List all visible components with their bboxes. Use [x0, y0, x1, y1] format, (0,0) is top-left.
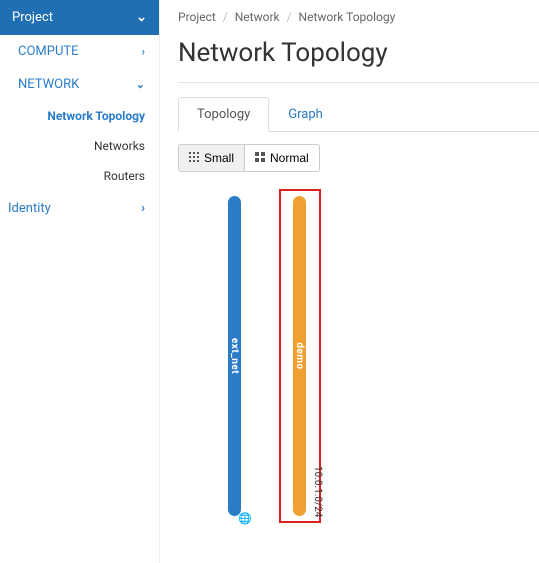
grid-normal-icon — [255, 151, 265, 165]
breadcrumb-item[interactable]: Network — [235, 10, 280, 24]
tab-graph[interactable]: Graph — [269, 97, 342, 132]
chevron-right-icon: › — [141, 201, 145, 216]
divider — [178, 82, 539, 83]
sidebar-project[interactable]: Project ⌄ — [0, 0, 159, 35]
sidebar-compute-label: COMPUTE — [18, 44, 79, 59]
sidebar-item-compute[interactable]: COMPUTE › — [0, 35, 159, 68]
chevron-right-icon: › — [142, 45, 145, 58]
tabs: Topology Graph — [178, 97, 539, 132]
sidebar-network-label: NETWORK — [18, 77, 79, 92]
grid-small-icon — [189, 151, 199, 165]
breadcrumb-separator: / — [223, 10, 228, 24]
sidebar-project-label: Project — [12, 10, 53, 25]
view-size-group: Small Normal — [178, 144, 539, 172]
chevron-down-icon: ⌄ — [136, 10, 147, 25]
sidebar-sub-network-topology[interactable]: Network Topology — [0, 101, 159, 131]
network-bar-ext-net[interactable]: ext_net — [228, 196, 241, 516]
sidebar-item-network[interactable]: NETWORK ⌄ — [0, 68, 159, 101]
view-small-button[interactable]: Small — [178, 144, 245, 172]
breadcrumb-item: Network Topology — [299, 10, 396, 24]
breadcrumb: Project / Network / Network Topology — [178, 0, 539, 32]
main-content: Project / Network / Network Topology Net… — [160, 0, 539, 563]
globe-icon: 🌐 — [238, 512, 252, 525]
network-label: demo — [294, 342, 305, 369]
chevron-down-icon: ⌄ — [136, 78, 145, 91]
view-small-label: Small — [204, 151, 234, 165]
sidebar-sub-networks[interactable]: Networks — [0, 131, 159, 161]
view-normal-button[interactable]: Normal — [245, 144, 320, 172]
view-normal-label: Normal — [270, 151, 309, 165]
network-bar-demo[interactable]: demo — [293, 196, 306, 516]
subnet-cidr-label: 10.0.1.0/24 — [312, 466, 323, 517]
sidebar-identity-label: Identity — [8, 201, 51, 216]
tab-label: Topology — [197, 107, 250, 122]
sidebar-sub-label: Routers — [104, 169, 145, 183]
sidebar-sub-routers[interactable]: Routers — [0, 161, 159, 191]
breadcrumb-separator: / — [287, 10, 292, 24]
page-title: Network Topology — [178, 38, 539, 68]
tab-label: Graph — [288, 107, 323, 122]
breadcrumb-item[interactable]: Project — [178, 10, 216, 24]
sidebar-sub-label: Networks — [94, 139, 145, 153]
sidebar: Project ⌄ COMPUTE › NETWORK ⌄ Network To… — [0, 0, 160, 563]
topology-canvas[interactable]: ext_net 🌐 demo 10.0.1.0/24 — [178, 186, 539, 526]
tab-topology[interactable]: Topology — [178, 97, 269, 132]
sidebar-sub-label: Network Topology — [47, 109, 145, 123]
sidebar-item-identity[interactable]: Identity › — [0, 191, 159, 226]
network-label: ext_net — [229, 338, 240, 374]
